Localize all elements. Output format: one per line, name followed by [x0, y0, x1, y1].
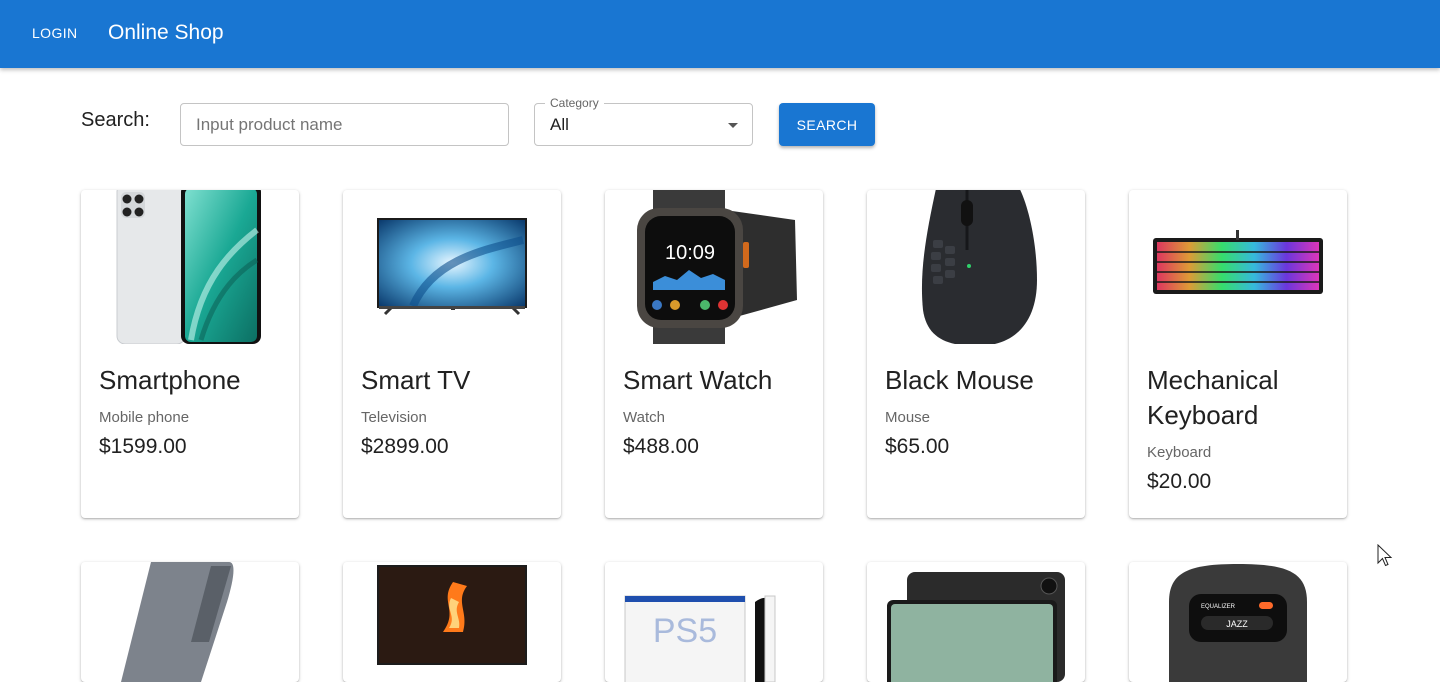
- product-card-mechanical-keyboard[interactable]: Mechanical Keyboard Keyboard $20.00: [1129, 190, 1347, 518]
- speaker-screen-mode: JAZZ: [1226, 619, 1248, 629]
- login-button[interactable]: LOGIN: [22, 18, 88, 48]
- mouse-image: [921, 190, 1037, 344]
- product-category: Keyboard: [1147, 444, 1212, 461]
- product-card[interactable]: EQUALIZER JAZZ: [1129, 562, 1347, 682]
- product-card[interactable]: [343, 562, 561, 682]
- mouse-cursor-icon: [1377, 544, 1393, 567]
- tablet-image: [887, 572, 1065, 682]
- product-price: $1599.00: [99, 435, 187, 458]
- smartphone-image: [116, 190, 261, 344]
- app-title: Online Shop: [108, 21, 224, 44]
- product-card-black-mouse[interactable]: Black Mouse Mouse $65.00: [867, 190, 1085, 518]
- category-select-value: All: [550, 115, 569, 134]
- product-card-smart-watch[interactable]: 10:09 Smart Watch Watch $488.00: [605, 190, 823, 518]
- product-card-smart-tv[interactable]: Smart TV Television $2899.00: [343, 190, 561, 518]
- product-card[interactable]: PS5: [605, 562, 823, 682]
- watch-image: 10:09: [637, 190, 797, 344]
- search-label: Search:: [81, 109, 150, 131]
- product-price: $65.00: [885, 435, 950, 458]
- keyboard-image: [1153, 230, 1323, 294]
- product-name: Smart TV: [361, 365, 471, 395]
- product-category: Mouse: [885, 409, 931, 426]
- product-category: Watch: [623, 409, 665, 426]
- watch-time-text: 10:09: [665, 242, 715, 264]
- game-console-image: PS5: [624, 595, 776, 682]
- category-select[interactable]: Category All: [534, 95, 753, 146]
- category-select-label: Category: [545, 95, 604, 111]
- product-name: Smart Watch: [623, 365, 773, 395]
- product-name: Mechanical Keyboard: [1147, 365, 1279, 430]
- svg-text:PS5: PS5: [653, 612, 717, 650]
- speaker-image: EQUALIZER JAZZ: [1169, 564, 1307, 682]
- product-category: Television: [361, 409, 427, 426]
- power-bank-image: [121, 562, 234, 682]
- tv-image: [377, 218, 527, 316]
- product-name: Smartphone: [99, 365, 241, 395]
- chevron-down-icon: [728, 123, 738, 128]
- product-price: $488.00: [623, 435, 699, 458]
- product-card[interactable]: [81, 562, 299, 682]
- product-price: $20.00: [1147, 470, 1212, 493]
- product-card[interactable]: [867, 562, 1085, 682]
- monitor-image: [377, 565, 527, 665]
- speaker-screen-title: EQUALIZER: [1201, 604, 1236, 610]
- product-name: Black Mouse: [885, 365, 1034, 395]
- search-input[interactable]: [180, 103, 509, 146]
- product-card-smartphone[interactable]: Smartphone Mobile phone $1599.00: [81, 190, 299, 518]
- search-button[interactable]: SEARCH: [779, 103, 875, 146]
- app-bar: LOGIN Online Shop: [0, 0, 1440, 68]
- product-category: Mobile phone: [99, 409, 190, 426]
- product-price: $2899.00: [361, 435, 449, 458]
